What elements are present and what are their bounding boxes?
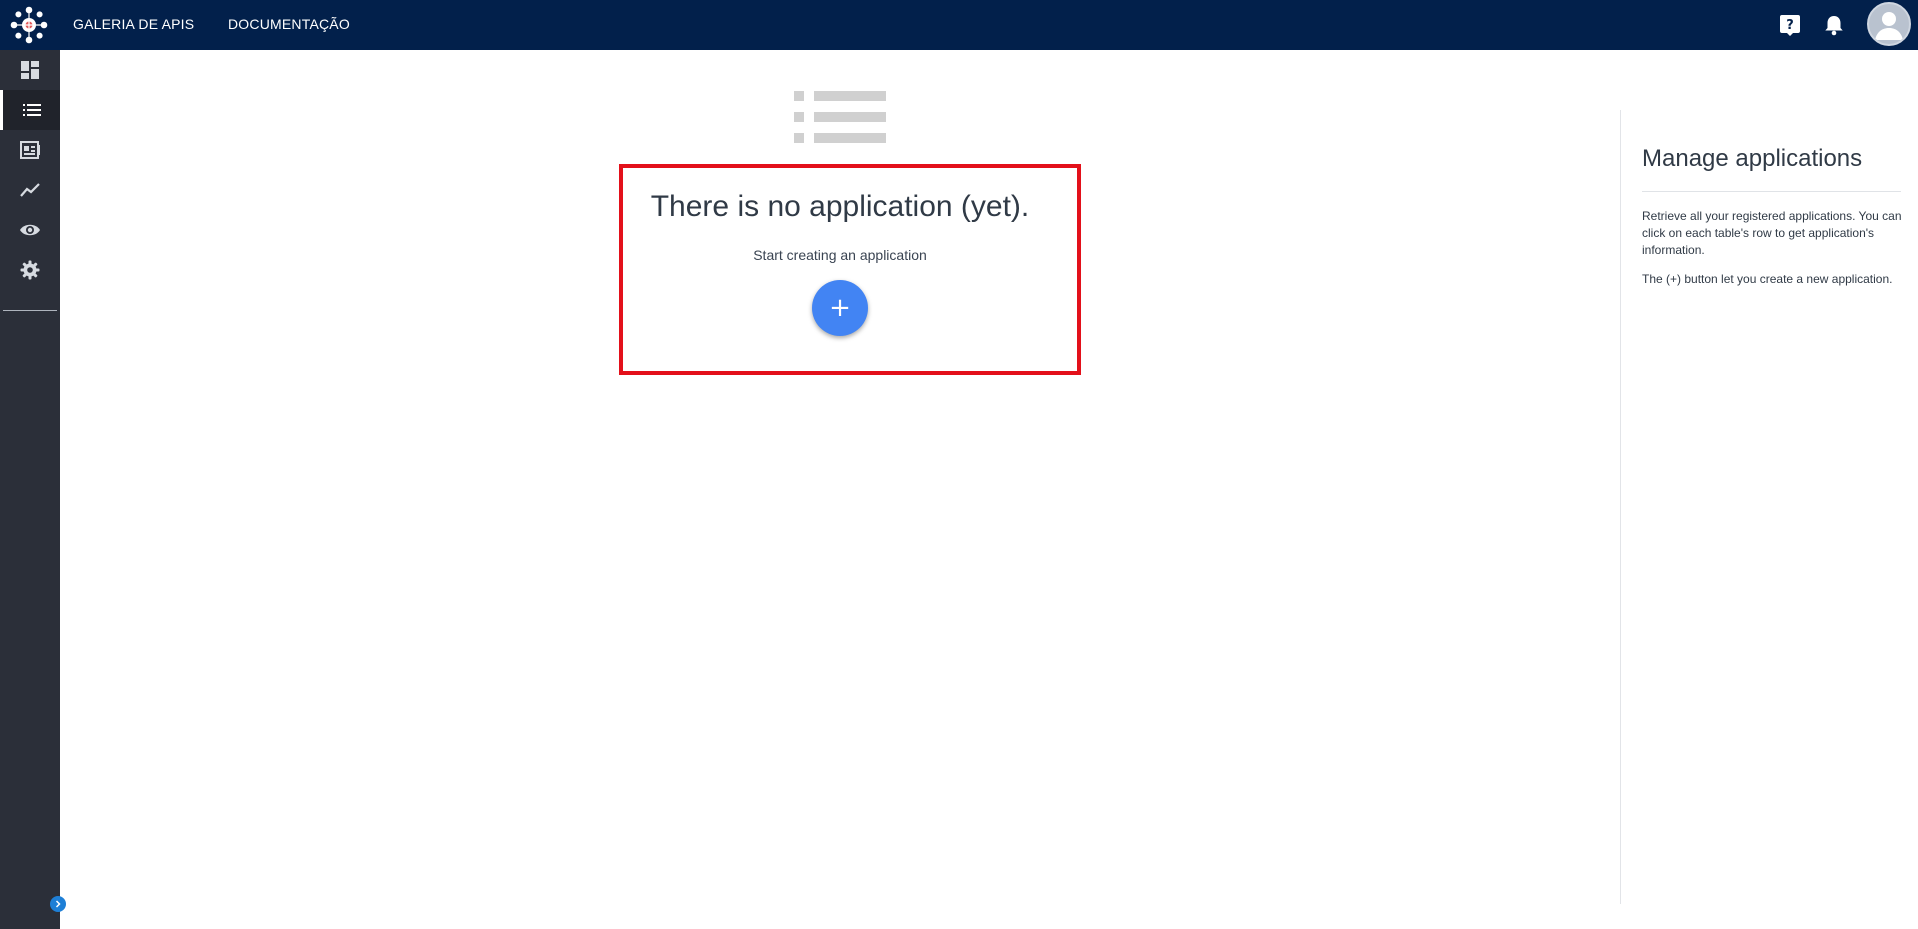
empty-list-icon [794,91,886,143]
empty-state-subtitle: Start creating an application [753,247,927,263]
sidebar-expand-button[interactable] [50,896,66,912]
nav-documentacao[interactable]: DOCUMENTAÇÃO [228,16,350,32]
empty-state-title: There is no application (yet). [650,190,1030,223]
help-panel-paragraph: Retrieve all your registered application… [1642,209,1902,257]
nav-galeria-de-apis[interactable]: GALERIA DE APIS [73,16,194,32]
top-bar: GALERIA DE APIS DOCUMENTAÇÃO ? [0,0,1918,50]
analytics-icon [20,183,40,197]
sidebar-item-analytics[interactable] [0,170,60,210]
catalog-icon [20,141,40,159]
sidebar-item-settings[interactable] [0,250,60,290]
help-panel-paragraph: The (+) button let you create a new appl… [1642,272,1893,286]
help-panel-title: Manage applications [1642,145,1863,172]
help-panel: Manage applications Retrieve all your re… [1620,110,1918,904]
account-avatar[interactable] [1867,2,1911,46]
sidebar-item-audit[interactable] [0,210,60,250]
portal-logo[interactable] [8,4,50,46]
sidebar-divider [3,310,57,311]
sidebar-item-dashboard[interactable] [0,50,60,90]
help-icon[interactable]: ? [1776,11,1804,39]
sidebar [0,50,60,929]
notifications-icon[interactable] [1820,11,1848,39]
help-panel-divider [1642,191,1901,192]
sidebar-item-catalog[interactable] [0,130,60,170]
audit-icon [20,224,40,236]
settings-icon [20,260,40,280]
sidebar-item-applications[interactable] [0,90,60,130]
applications-list-icon [22,104,41,116]
dashboard-icon [21,61,39,79]
add-application-button[interactable]: + [812,280,868,336]
chevron-right-icon [55,900,61,908]
account-icon [1875,12,1903,40]
svg-text:?: ? [1786,18,1794,33]
